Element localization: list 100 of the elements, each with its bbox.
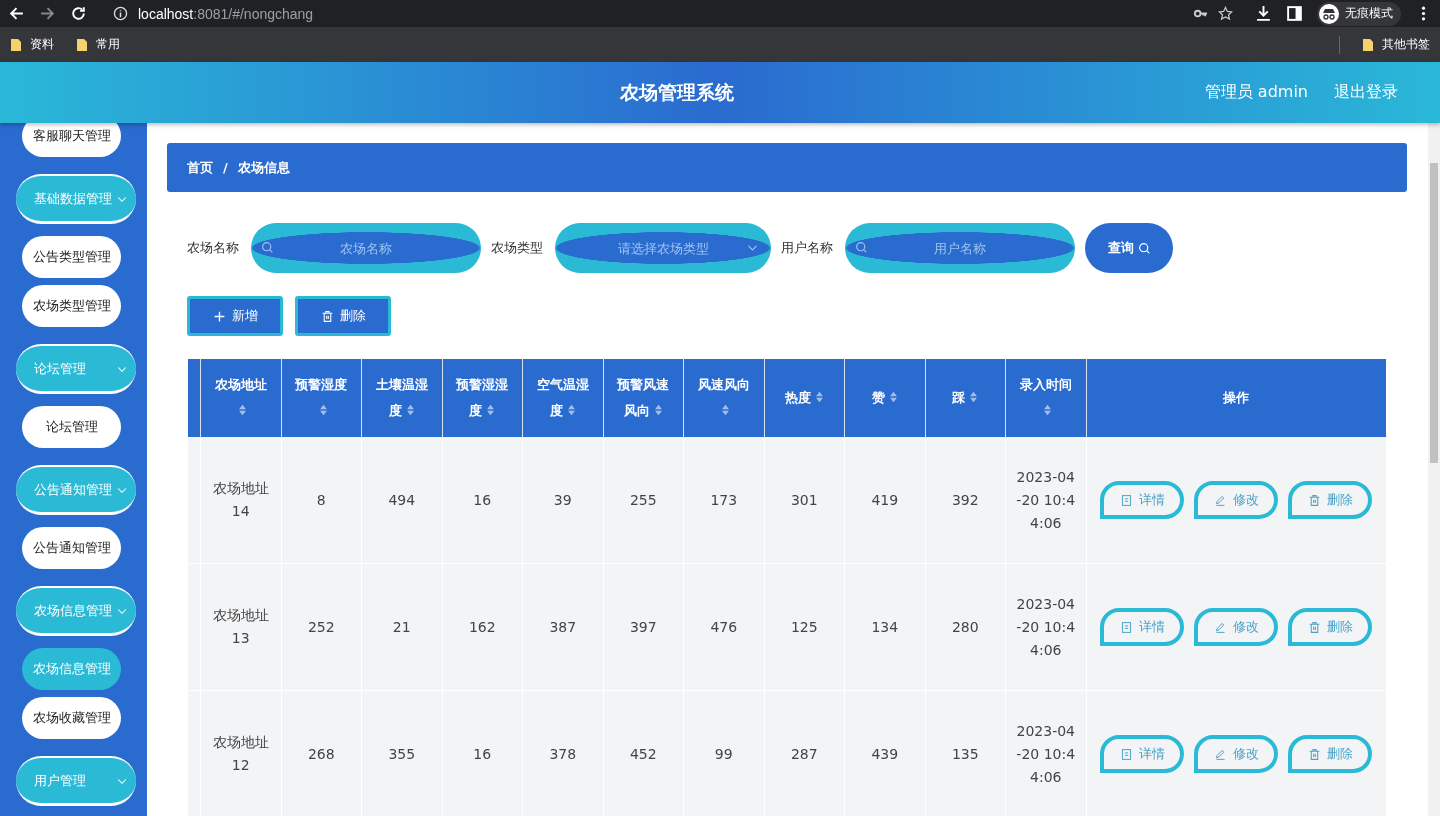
pencil-icon	[1213, 493, 1227, 507]
details-button[interactable]: 详情	[1100, 481, 1185, 519]
menu-item[interactable]: 公告通知管理	[22, 527, 121, 569]
app-title: 农场管理系统	[619, 79, 736, 105]
edit-button[interactable]: 修改	[1194, 735, 1279, 773]
table-cell-text: 2023-04-20 10:44:06	[1016, 467, 1076, 533]
back-icon[interactable]	[8, 5, 25, 22]
sidebar-icon[interactable]	[1286, 5, 1303, 22]
column-header[interactable]: 预警湿湿度	[450, 372, 514, 424]
table-cell-text: 419	[871, 490, 899, 510]
document-icon	[1119, 493, 1133, 507]
plus-icon	[212, 309, 226, 323]
scrollbar[interactable]	[1428, 123, 1440, 816]
table-cell-text: 252	[307, 617, 335, 637]
trash-icon	[1307, 620, 1321, 634]
table-cell-text: 255	[629, 490, 657, 510]
incognito-icon	[1319, 3, 1339, 24]
delete-button[interactable]: 删除	[1288, 608, 1373, 646]
url-text: localhost:8081/#/nongchang	[138, 5, 314, 22]
column-header[interactable]: 农场地址	[209, 372, 273, 424]
query-button[interactable]: 查询	[1085, 223, 1173, 273]
pencil-icon	[1213, 620, 1227, 634]
user-label: 管理员 admin	[1204, 82, 1308, 103]
menu-item[interactable]: 客服聊天管理	[22, 123, 121, 157]
delete-button[interactable]: 删除	[1288, 735, 1373, 773]
trash-icon	[1307, 493, 1321, 507]
column-header[interactable]: 土壤温湿度	[370, 372, 434, 424]
pencil-icon	[1213, 747, 1227, 761]
search-field[interactable]: 农场名称	[251, 223, 481, 273]
edit-button[interactable]: 修改	[1194, 481, 1279, 519]
table-cell-text: 378	[549, 744, 577, 764]
menu-item[interactable]: 公告类型管理	[22, 236, 121, 278]
table-cell-text: 16	[473, 490, 492, 510]
breadcrumb-item[interactable]: 首页	[187, 158, 213, 177]
filter-label: 农场名称	[187, 239, 239, 257]
table-cell-text: 452	[629, 744, 657, 764]
select-field[interactable]: 请选择农场类型	[555, 223, 771, 273]
table-cell-text: 农场地址12	[211, 733, 270, 775]
table-cell-text: 397	[629, 617, 657, 637]
table-cell-text: 268	[307, 744, 335, 764]
table-cell-text: 农场地址13	[211, 606, 270, 648]
column-header[interactable]: 预警湿度	[289, 372, 353, 424]
breadcrumb-item[interactable]: 农场信息	[237, 158, 290, 177]
table-cell-text: 135	[951, 744, 979, 764]
details-button[interactable]: 详情	[1100, 735, 1185, 773]
search-icon	[1137, 241, 1151, 255]
download-icon[interactable]	[1255, 5, 1272, 22]
column-header[interactable]: 赞	[871, 385, 898, 411]
profile-button[interactable]: 无痕模式	[1317, 1, 1401, 26]
breadcrumb-separator: /	[223, 160, 228, 175]
column-header[interactable]: 风速风向	[692, 372, 756, 424]
table-cell-text: 134	[871, 617, 899, 637]
document-icon	[1119, 620, 1133, 634]
table-cell-text: 125	[790, 617, 818, 637]
menu-item[interactable]: 论坛管理	[22, 406, 121, 448]
edit-button[interactable]: 修改	[1194, 608, 1279, 646]
forward-icon[interactable]	[39, 5, 56, 22]
table-cell-text: 355	[388, 744, 416, 764]
column-header[interactable]: 热度	[784, 385, 824, 411]
table-cell-text: 16	[473, 744, 492, 764]
folder-icon	[76, 37, 88, 52]
document-icon	[1119, 747, 1133, 761]
menu-item[interactable]: 农场类型管理	[22, 285, 121, 327]
table-cell-text: 439	[871, 744, 899, 764]
bookmark-item[interactable]: 其他书签	[1362, 36, 1430, 53]
table-cell-text: 8	[316, 490, 326, 510]
column-header[interactable]: 空气温湿度	[531, 372, 595, 424]
column-header[interactable]: 录入时间	[1014, 372, 1078, 424]
table-cell-text: 173	[710, 490, 738, 510]
search-icon	[261, 241, 274, 254]
folder-icon	[10, 37, 22, 52]
trash-icon	[1307, 747, 1321, 761]
table-cell-text: 2023-04-20 10:44:06	[1016, 721, 1076, 787]
logout-link[interactable]: 退出登录	[1334, 82, 1398, 103]
column-header[interactable]: 操作	[1223, 385, 1250, 411]
table-cell-text: 476	[710, 617, 738, 637]
column-header[interactable]: 踩	[952, 385, 979, 411]
reload-icon[interactable]	[70, 5, 87, 22]
bookmark-item[interactable]: 资料	[10, 36, 54, 53]
column-header[interactable]: 预警风速风向	[611, 372, 675, 424]
table-cell-text: 280	[951, 617, 979, 637]
table-cell-text: 2023-04-20 10:44:06	[1016, 594, 1076, 660]
table-cell-text: 387	[549, 617, 577, 637]
table-cell-text: 农场地址14	[211, 479, 270, 521]
search-field[interactable]: 用户名称	[845, 223, 1075, 273]
menu-item[interactable]: 农场收藏管理	[22, 697, 121, 739]
table-cell-text: 392	[951, 490, 979, 510]
bookmark-item[interactable]: 常用	[76, 36, 120, 53]
delete-button[interactable]: 删除	[295, 296, 391, 336]
table-cell-text: 287	[790, 744, 818, 764]
filter-label: 农场类型	[491, 239, 543, 257]
add-button[interactable]: 新增	[187, 296, 283, 336]
table-cell-text: 39	[553, 490, 572, 510]
table-cell-text: 21	[392, 617, 411, 637]
delete-button[interactable]: 删除	[1288, 481, 1373, 519]
details-button[interactable]: 详情	[1100, 608, 1185, 646]
folder-icon	[1362, 37, 1374, 52]
trash-icon	[320, 309, 334, 323]
table-cell-text: 494	[388, 490, 416, 510]
star-icon[interactable]	[1218, 6, 1233, 21]
